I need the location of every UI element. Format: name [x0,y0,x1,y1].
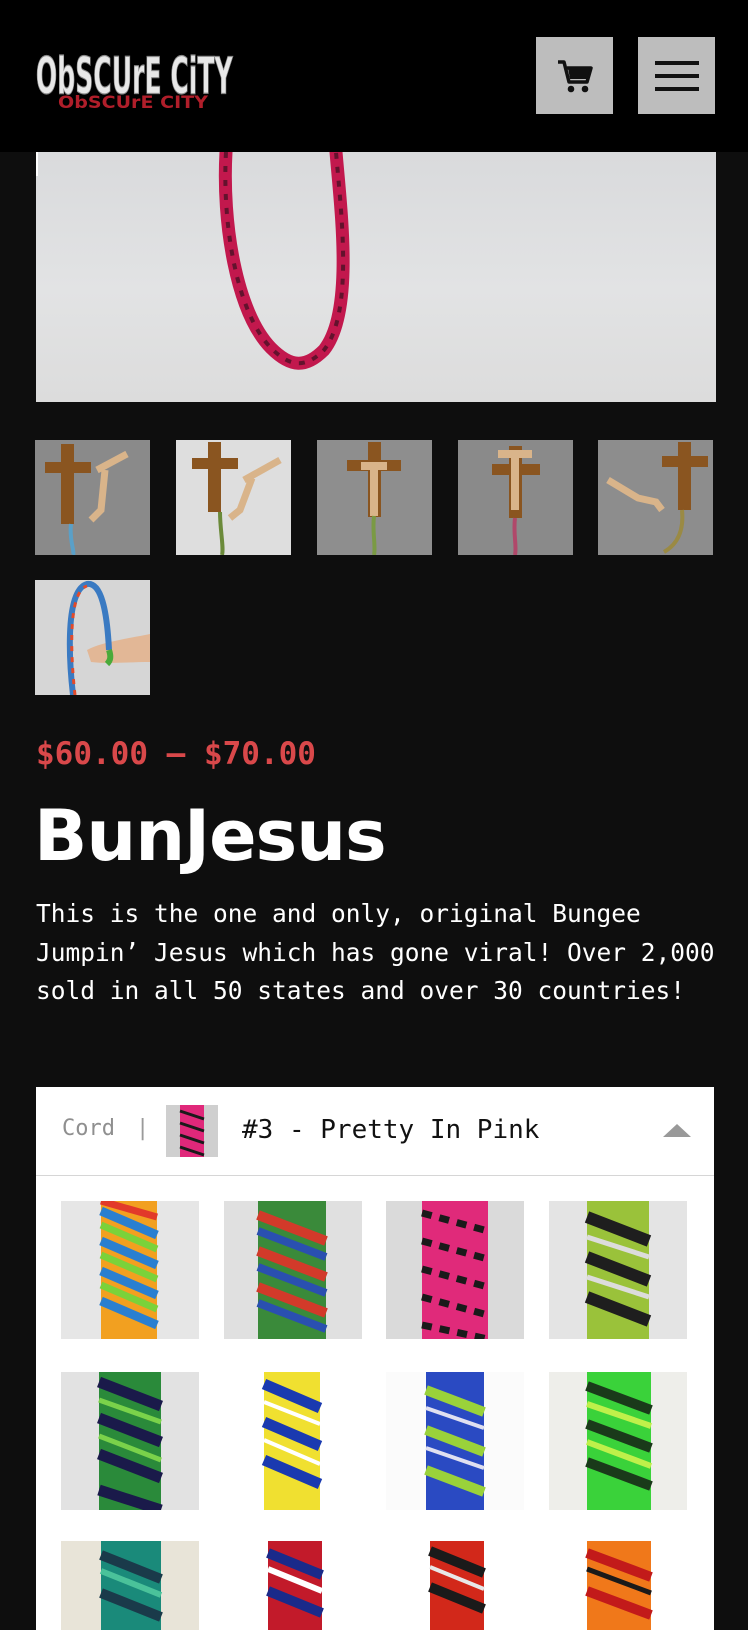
hand-holding-cord-thumbnail-image [35,580,150,695]
pink-black-cord-image [386,1201,524,1339]
crucifix-thumbnail-image [317,440,432,555]
pink-cord-loop-photo [218,152,350,370]
teal-cord-image [61,1541,199,1630]
yellow-blue-cord-image [224,1372,362,1510]
gallery-thumbnail[interactable] [176,440,291,555]
cord-option-swatch[interactable] [61,1372,199,1510]
cord-option-swatch[interactable] [61,1541,199,1630]
pink-cord-swatch-image [166,1105,218,1157]
lime-black-cord-image [549,1201,687,1339]
cord-option-swatch[interactable] [224,1372,362,1510]
cord-option-swatch[interactable] [61,1201,199,1339]
crucifix-thumbnail-image [35,440,150,555]
cord-option-swatch[interactable] [386,1541,524,1630]
cord-variation-selector: Cord | #3 - Pretty In Pink [36,1087,714,1630]
blue-lime-cord-image [386,1372,524,1510]
rainbow-cord-image [61,1201,199,1339]
multicolor-cord-image [224,1201,362,1339]
product-title: BunJesus [34,795,387,877]
menu-button[interactable] [638,37,715,114]
gallery-thumbnail[interactable] [598,440,713,555]
selected-cord-swatch [166,1105,218,1157]
cord-option-swatch[interactable] [386,1201,524,1339]
cart-icon [557,59,593,92]
green-navy-cord-image [61,1372,199,1510]
cart-button[interactable] [536,37,613,114]
crucifix-thumbnail-image [598,440,713,555]
product-description: This is the one and only, original Bunge… [36,899,715,1005]
cord-option-swatch[interactable] [224,1201,362,1339]
neon-green-cord-image [549,1372,687,1510]
gallery-thumbnail[interactable] [458,440,573,555]
red-black-cord-image [386,1541,524,1630]
gallery-thumbnail[interactable] [35,580,150,695]
chevron-up-icon[interactable] [663,1124,691,1137]
cord-option-swatch[interactable] [224,1541,362,1630]
crucifix-thumbnail-image [176,440,291,555]
cord-option-swatch[interactable] [549,1201,687,1339]
cord-label: Cord [62,1116,115,1141]
crucifix-thumbnail-image [458,440,573,555]
cord-option-swatch[interactable] [386,1372,524,1510]
orange-cord-image [549,1541,687,1630]
cord-option-swatch[interactable] [549,1541,687,1630]
cord-option-swatch[interactable] [549,1372,687,1510]
main-product-image[interactable] [36,152,716,402]
selected-cord-value: #3 - Pretty In Pink [242,1115,540,1145]
cord-dropdown-header[interactable]: Cord | #3 - Pretty In Pink [36,1087,714,1176]
label-separator: | [136,1116,150,1141]
site-header: ObSCUrE CiTY ObSCUrE CITY [0,0,748,152]
product-price: $60.00 – $70.00 [36,736,316,772]
gallery-thumbnail[interactable] [35,440,150,555]
hamburger-menu-icon [654,60,699,91]
gallery-thumbnail[interactable] [317,440,432,555]
site-logo[interactable]: ObSCUrE CiTY ObSCUrE CITY [34,36,244,116]
logo-image: ObSCUrE CiTY ObSCUrE CITY [35,46,234,113]
image-edge [36,152,38,176]
red-white-blue-cord-image [224,1541,362,1630]
svg-text:ObSCUrE CITY: ObSCUrE CITY [58,93,209,113]
